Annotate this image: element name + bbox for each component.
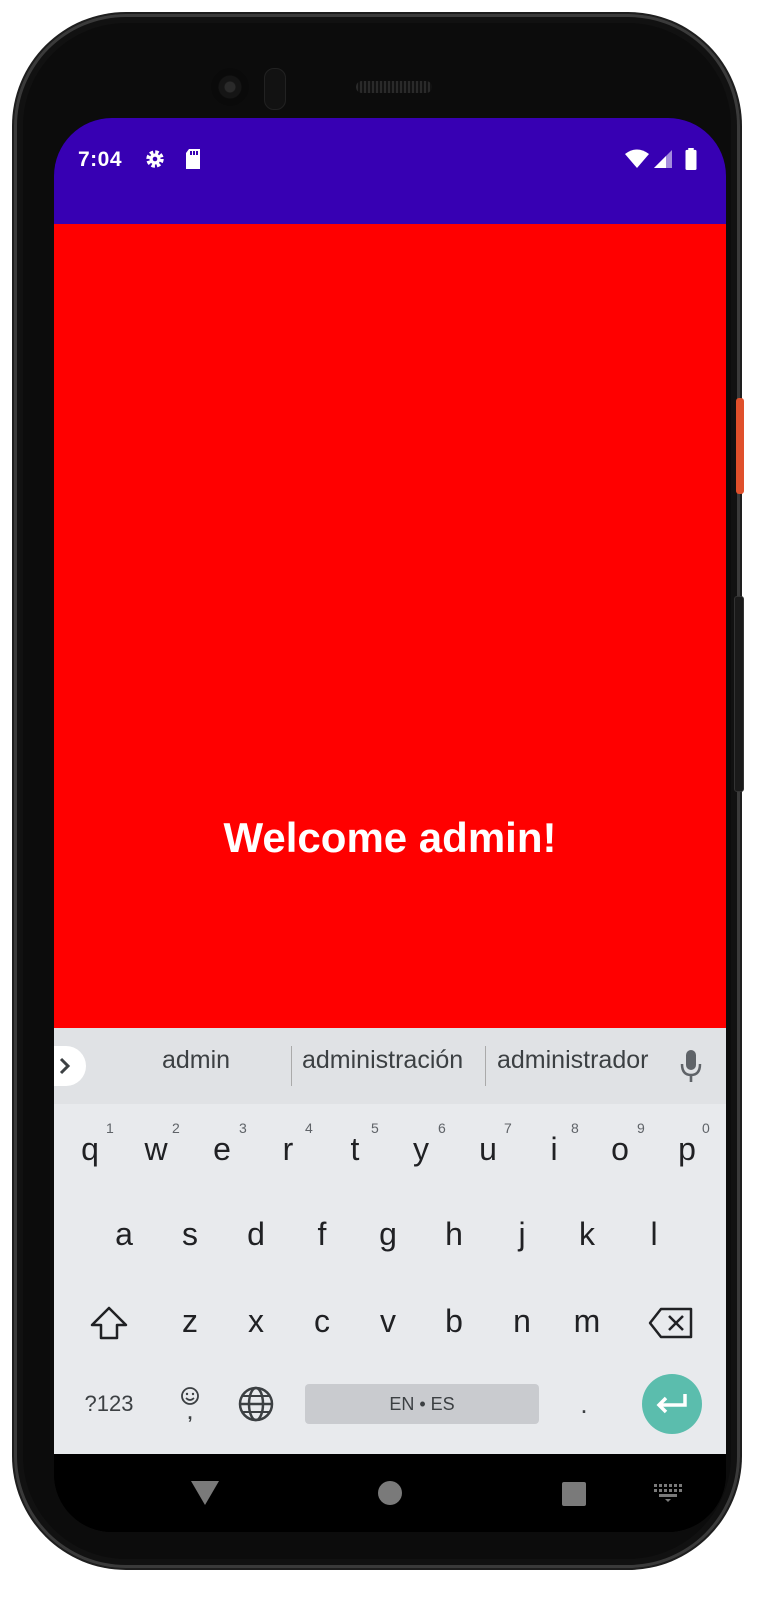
- shift-key[interactable]: [84, 1300, 134, 1346]
- sd-card-icon: [186, 149, 200, 169]
- key-f[interactable]: f: [302, 1211, 342, 1257]
- key-v[interactable]: v: [368, 1298, 408, 1344]
- wifi-icon: [625, 149, 649, 168]
- language-key[interactable]: [234, 1382, 278, 1426]
- globe-icon: [238, 1386, 274, 1422]
- status-time: 7:04: [78, 148, 123, 171]
- phone-frame: 7:04 Welcome admin! admin administración…: [14, 14, 740, 1568]
- hint-u: 7: [504, 1120, 512, 1136]
- key-c[interactable]: c: [302, 1298, 342, 1344]
- front-camera: [211, 68, 249, 106]
- period-key[interactable]: .: [564, 1384, 604, 1424]
- key-r[interactable]: r: [268, 1126, 308, 1172]
- earpiece-speaker: [356, 81, 432, 93]
- key-e[interactable]: e: [202, 1126, 242, 1172]
- chevron-right-icon: [59, 1057, 71, 1075]
- welcome-message: Welcome admin!: [223, 814, 557, 861]
- key-g[interactable]: g: [368, 1211, 408, 1257]
- key-j[interactable]: j: [502, 1211, 542, 1257]
- enter-key[interactable]: [642, 1374, 702, 1434]
- proximity-sensor: [264, 68, 286, 110]
- key-a[interactable]: a: [104, 1211, 144, 1257]
- suggestion-2[interactable]: administración: [302, 1046, 463, 1075]
- keyboard-switch-icon[interactable]: [654, 1484, 682, 1502]
- hint-q: 1: [106, 1120, 114, 1136]
- key-y[interactable]: y: [401, 1126, 441, 1172]
- screen: 7:04 Welcome admin! admin administración…: [54, 118, 726, 1532]
- status-bar: 7:04: [54, 118, 726, 224]
- app-content: Welcome admin!: [54, 224, 726, 1028]
- hint-w: 2: [172, 1120, 180, 1136]
- emoji-key[interactable]: ,: [168, 1378, 212, 1428]
- key-o[interactable]: o: [600, 1126, 640, 1172]
- hint-o: 9: [637, 1120, 645, 1136]
- hint-t: 5: [371, 1120, 379, 1136]
- key-d[interactable]: d: [236, 1211, 276, 1257]
- key-w[interactable]: w: [136, 1126, 176, 1172]
- key-u[interactable]: u: [468, 1126, 508, 1172]
- backspace-icon: [648, 1307, 693, 1339]
- symbols-key[interactable]: ?123: [74, 1384, 144, 1424]
- battery-icon: [685, 148, 697, 170]
- key-n[interactable]: n: [502, 1298, 542, 1344]
- microphone-icon[interactable]: [679, 1048, 703, 1084]
- key-x[interactable]: x: [236, 1298, 276, 1344]
- soft-keyboard: admin administración administrador q 1 w…: [54, 1028, 726, 1454]
- home-icon[interactable]: [378, 1481, 402, 1505]
- hint-e: 3: [239, 1120, 247, 1136]
- key-l[interactable]: l: [634, 1211, 674, 1257]
- suggestion-divider: [485, 1046, 486, 1086]
- comma-label: ,: [187, 1403, 193, 1423]
- key-p[interactable]: p: [667, 1126, 707, 1172]
- key-z[interactable]: z: [170, 1298, 210, 1344]
- hint-r: 4: [305, 1120, 313, 1136]
- space-bar[interactable]: EN • ES: [305, 1384, 539, 1424]
- key-k[interactable]: k: [567, 1211, 607, 1257]
- suggestion-3[interactable]: administrador: [497, 1046, 648, 1075]
- suggestion-1[interactable]: admin: [162, 1046, 230, 1075]
- backspace-key[interactable]: [646, 1300, 696, 1346]
- hint-y: 6: [438, 1120, 446, 1136]
- suggestion-strip: admin administración administrador: [54, 1028, 726, 1104]
- key-m[interactable]: m: [562, 1298, 612, 1344]
- key-b[interactable]: b: [434, 1298, 474, 1344]
- key-q[interactable]: q: [70, 1126, 110, 1172]
- signal-icon: [654, 150, 672, 168]
- expand-toolbar-button[interactable]: [54, 1046, 86, 1086]
- suggestion-divider: [291, 1046, 292, 1086]
- navigation-bar: [54, 1454, 726, 1532]
- power-button: [736, 398, 744, 494]
- key-t[interactable]: t: [335, 1126, 375, 1172]
- volume-rocker: [734, 596, 744, 792]
- hint-p: 0: [702, 1120, 710, 1136]
- hint-i: 8: [571, 1120, 579, 1136]
- shift-icon: [90, 1306, 128, 1340]
- enter-icon: [656, 1394, 687, 1414]
- recents-icon[interactable]: [562, 1482, 586, 1506]
- key-i[interactable]: i: [534, 1126, 574, 1172]
- key-s[interactable]: s: [170, 1211, 210, 1257]
- key-h[interactable]: h: [434, 1211, 474, 1257]
- back-icon[interactable]: [190, 1480, 220, 1506]
- gear-icon: [146, 150, 164, 168]
